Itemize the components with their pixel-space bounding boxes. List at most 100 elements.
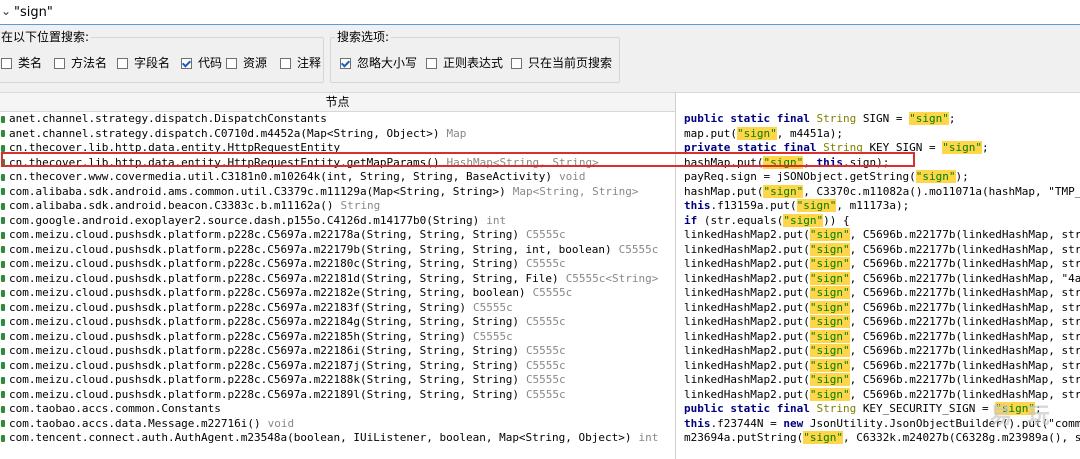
result-row[interactable]: com.meizu.cloud.pushsdk.platform.p228c.C… (0, 359, 675, 374)
result-row[interactable]: anet.channel.strategy.dispatch.DispatchC… (0, 112, 675, 127)
result-row[interactable]: com.taobao.accs.common.Constants (0, 402, 675, 417)
code-token: linkedHashMap2.put( (684, 286, 810, 299)
code-token: SIGN = (862, 112, 910, 125)
result-row[interactable]: com.alibaba.sdk.android.ams.common.util.… (0, 185, 675, 200)
chevron-down-icon[interactable]: ⌄ (1, 4, 11, 18)
result-row[interactable]: com.meizu.cloud.pushsdk.platform.p228c.C… (0, 257, 675, 272)
location-checkbox-5[interactable]: 注释 (280, 55, 321, 71)
search-option-checkbox-0[interactable]: 忽略大小写 (340, 55, 417, 71)
checkbox-box[interactable] (226, 57, 237, 69)
checkbox-box[interactable] (280, 57, 291, 69)
location-checkbox-2[interactable]: 字段名 (117, 55, 170, 71)
result-row[interactable]: com.meizu.cloud.pushsdk.platform.p228c.C… (0, 243, 675, 258)
code-token: hashMap.put( (684, 184, 764, 198)
result-text: com.meizu.cloud.pushsdk.platform.p228c.C… (9, 315, 519, 328)
code-line[interactable]: linkedHashMap2.put("sign", C5696b.m22177… (684, 300, 1080, 316)
location-checkbox-0[interactable]: 类名 (1, 55, 42, 71)
search-input[interactable] (14, 3, 514, 21)
code-token: , C6332k.m24027b(C6328g.m23989a(), str (842, 431, 1080, 444)
result-row[interactable]: cn.thecover.www.covermedia.util.C3181n0.… (0, 170, 675, 185)
code-line[interactable]: if (str.equals("sign")) { (684, 213, 1080, 229)
result-row[interactable]: com.meizu.cloud.pushsdk.platform.p228c.C… (0, 228, 675, 243)
result-return-type: C5555c (525, 228, 566, 241)
result-return-type: C5555c (525, 387, 566, 401)
code-line[interactable]: private static final String KEY_SIGN = "… (684, 141, 1080, 156)
result-row[interactable]: com.meizu.cloud.pushsdk.platform.p228c.C… (0, 315, 675, 330)
location-checkbox-1[interactable]: 方法名 (54, 55, 107, 71)
code-line[interactable]: map.put("sign", m4451a); (684, 126, 1080, 142)
result-row[interactable]: com.tencent.connect.auth.AuthAgent.m2354… (0, 431, 675, 446)
result-row[interactable]: com.meizu.cloud.pushsdk.platform.p228c.C… (0, 272, 675, 287)
code-line[interactable]: linkedHashMap2.put("sign", C5696b.m22177… (684, 257, 1080, 272)
code-token: linkedHashMap2.put( (684, 228, 810, 241)
result-row[interactable]: com.google.android.exoplayer2.source.das… (0, 214, 675, 229)
code-line[interactable]: hashMap.put("sign", this.sign); (684, 155, 1080, 171)
code-token: , m11173a); (836, 199, 910, 212)
result-row[interactable]: anet.channel.strategy.dispatch.C0710d.m4… (0, 127, 675, 142)
checkbox-box[interactable] (54, 57, 65, 69)
code-line[interactable]: linkedHashMap2.put("sign", C5696b.m22177… (684, 344, 1080, 359)
results-column-header[interactable]: 节点 (0, 92, 675, 112)
checkbox-box[interactable] (117, 57, 128, 69)
search-options-group: 搜索选项: 忽略大小写 正则表达式 只在当前页搜索 (330, 29, 620, 83)
result-row[interactable]: com.alibaba.sdk.android.beacon.C3383c.b.… (0, 199, 675, 214)
result-row[interactable]: com.meizu.cloud.pushsdk.platform.p228c.C… (0, 388, 675, 403)
code-line[interactable]: linkedHashMap2.put("sign", C5696b.m22177… (684, 242, 1080, 258)
result-row[interactable]: cn.thecover.lib.http.data.entity.HttpReq… (0, 141, 675, 156)
code-line[interactable]: linkedHashMap2.put("sign", C5696b.m22177… (684, 228, 1080, 243)
code-line[interactable]: linkedHashMap2.put("sign", C5696b.m22177… (684, 271, 1080, 287)
result-text: com.meizu.cloud.pushsdk.platform.p228c.C… (9, 344, 519, 357)
result-return-type: HashMap<String, String> (446, 155, 599, 169)
code-token: , C5696b.m22177b(linkedHashMap, str2) (849, 300, 1080, 314)
code-line[interactable]: linkedHashMap2.put("sign", C5696b.m22177… (684, 358, 1080, 374)
result-row[interactable]: com.meizu.cloud.pushsdk.platform.p228c.C… (0, 301, 675, 316)
node-icon (1, 391, 5, 398)
code-string-match: "sign" (783, 213, 824, 227)
checkbox-box[interactable] (181, 57, 192, 69)
code-token: linkedHashMap2.put( (684, 300, 810, 314)
code-line[interactable]: linkedHashMap2.put("sign", C5696b.m22177… (684, 315, 1080, 330)
result-row[interactable]: com.meizu.cloud.pushsdk.platform.p228c.C… (0, 330, 675, 345)
code-string-match: "sign" (809, 358, 850, 372)
result-return-type: int (638, 431, 659, 444)
code-string-match: "sign" (809, 286, 850, 299)
result-return-type: C5555c (525, 315, 566, 328)
checkbox-box[interactable] (1, 57, 12, 69)
result-row[interactable]: com.meizu.cloud.pushsdk.platform.p228c.C… (0, 344, 675, 359)
code-token: , C5696b.m22177b(linkedHashMap, str2) (849, 373, 1080, 386)
code-token: , (803, 155, 817, 169)
code-token: , C5696b.m22177b(linkedHashMap, str2) (849, 242, 1080, 256)
location-checkbox-4[interactable]: 资源 (226, 55, 267, 71)
result-text: com.meizu.cloud.pushsdk.platform.p228c.C… (9, 228, 519, 241)
code-line[interactable]: m23694a.putString("sign", C6332k.m24027b… (684, 431, 1080, 446)
result-text: cn.thecover.www.covermedia.util.C3181n0.… (9, 170, 553, 183)
result-row[interactable]: cn.thecover.lib.http.data.entity.HttpReq… (0, 156, 675, 171)
checkbox-box[interactable] (511, 57, 522, 69)
code-string-match: "sign" (942, 141, 983, 154)
code-token: String (823, 141, 870, 154)
location-group-title: 在以下位置搜索: (0, 29, 92, 45)
checkbox-box[interactable] (426, 57, 437, 69)
search-option-checkbox-2[interactable]: 只在当前页搜索 (511, 55, 612, 71)
code-line[interactable]: hashMap.put("sign", C3370c.m11082a().mo1… (684, 184, 1080, 200)
code-line[interactable]: linkedHashMap2.put("sign", C5696b.m22177… (684, 373, 1080, 388)
code-token: linkedHashMap2.put( (684, 315, 810, 328)
search-option-checkbox-1[interactable]: 正则表达式 (426, 55, 503, 71)
code-line[interactable]: public static final String SIGN = "sign"… (684, 112, 1080, 127)
result-text: anet.channel.strategy.dispatch.C0710d.m4… (9, 126, 440, 140)
code-line[interactable]: this.f13159a.put("sign", m11173a); (684, 199, 1080, 214)
result-text: cn.thecover.lib.http.data.entity.HttpReq… (9, 141, 341, 154)
location-checkbox-3[interactable]: 代码 (181, 55, 222, 71)
checkbox-box[interactable] (340, 57, 351, 69)
pane-divider[interactable] (675, 92, 676, 459)
result-row[interactable]: com.meizu.cloud.pushsdk.platform.p228c.C… (0, 373, 675, 388)
result-text: com.meizu.cloud.pushsdk.platform.p228c.C… (9, 329, 466, 343)
code-line[interactable]: linkedHashMap2.put("sign", C5696b.m22177… (684, 329, 1080, 345)
result-row[interactable]: com.taobao.accs.data.Message.m22716i() vo… (0, 417, 675, 432)
node-icon (1, 434, 5, 442)
code-line[interactable]: payReq.sign = jSONObject.getString("sign… (684, 170, 1080, 185)
result-row[interactable]: com.meizu.cloud.pushsdk.platform.p228c.C… (0, 286, 675, 301)
result-text: com.meizu.cloud.pushsdk.platform.p228c.C… (9, 358, 519, 372)
code-line[interactable]: linkedHashMap2.put("sign", C5696b.m22177… (684, 286, 1080, 301)
result-return-type: void (559, 170, 586, 183)
